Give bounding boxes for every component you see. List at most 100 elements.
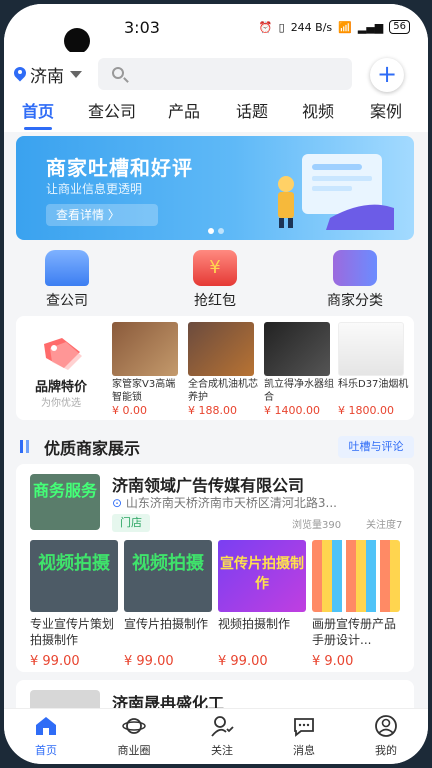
top-header: 济南 +: [4, 52, 428, 96]
battery-icon: 56: [389, 20, 410, 34]
brand-specials: 品牌特价 为你优选 家管家V3高端智能锁 ¥ 0.00 全合成机油机芯养护 ¥ …: [16, 316, 414, 420]
service-name: 专业宣传片策划拍摄制作: [30, 617, 115, 647]
merchant-card[interactable]: 商务服务 济南领域广告传媒有限公司 ⊙ 山东济南天桥济南市天桥区清河北路3...…: [16, 464, 414, 672]
planet-icon: [122, 718, 146, 734]
promo-banner[interactable]: 商家吐槽和好评 让商业信息更透明 查看详情 〉: [16, 136, 414, 240]
section-marker: [20, 440, 23, 453]
merchant-address: ⊙ 山东济南天桥济南市天桥区清河北路3...: [112, 494, 402, 511]
nav-label: 首页: [35, 744, 57, 757]
product-price: ¥ 188.00: [188, 404, 237, 417]
search-input[interactable]: [98, 58, 352, 90]
red-envelope-icon: ¥: [193, 250, 237, 286]
nav-label: 商业圈: [117, 744, 151, 757]
service-card[interactable]: 画册宣传册产品手册设计... ¥ 9.00: [312, 540, 404, 669]
product-card[interactable]: 科乐D37油烟机 ¥ 1800.00: [338, 322, 410, 417]
status-icons: ⏰ ▯ 244 B/s 📶 ▂▄▆ 56: [259, 20, 410, 34]
nav-label: 消息: [293, 744, 315, 757]
service-name: 宣传片拍摄制作: [124, 617, 209, 631]
service-card[interactable]: 视频拍摄 专业宣传片策划拍摄制作 ¥ 99.00: [30, 540, 122, 669]
chat-icon: [294, 718, 314, 737]
product-price: ¥ 1400.00: [264, 404, 320, 417]
search-icon: [112, 67, 124, 79]
view-count: 浏览量390: [292, 520, 342, 531]
quick-find-company[interactable]: 查公司: [22, 250, 112, 310]
service-price: ¥ 99.00: [30, 654, 80, 669]
product-card[interactable]: 凯立得净水器组合 ¥ 1400.00: [264, 322, 336, 417]
service-price: ¥ 9.00: [312, 654, 354, 669]
location-icon: ⊙: [112, 496, 126, 510]
status-time: 3:03: [124, 18, 160, 37]
nav-follow[interactable]: 关注: [192, 715, 252, 758]
quick-label: 商家分类: [327, 293, 383, 309]
chevron-down-icon: [70, 71, 82, 78]
nav-messages[interactable]: 消息: [274, 715, 334, 758]
banner-dot-active: [208, 228, 214, 234]
review-button[interactable]: 吐槽与评论: [338, 436, 414, 458]
product-image: [188, 322, 254, 376]
product-image: [264, 322, 330, 376]
tab-companies[interactable]: 查公司: [88, 98, 136, 122]
quick-red-envelope[interactable]: ¥ 抢红包: [170, 250, 260, 310]
merchant-address-text: 山东济南天桥济南市天桥区清河北路3...: [125, 496, 337, 510]
product-price: ¥ 0.00: [112, 404, 147, 417]
service-card[interactable]: 宣传片拍摄制作 视频拍摄制作 ¥ 99.00: [218, 540, 310, 669]
add-button[interactable]: +: [370, 58, 404, 92]
merchant-logo: 商务服务: [30, 474, 100, 530]
tab-products[interactable]: 产品: [168, 98, 200, 122]
nav-label: 我的: [375, 744, 397, 757]
quick-categories[interactable]: 商家分类: [310, 250, 400, 310]
product-name: 科乐D37油烟机: [338, 379, 409, 390]
service-image: 视频拍摄: [124, 540, 212, 612]
service-image: [312, 540, 400, 612]
network-speed: 244 B/s: [290, 20, 333, 34]
section-title: 优质商家展示: [44, 439, 141, 458]
follow-count: 关注度7: [366, 520, 403, 531]
product-name: 家管家V3高端智能锁: [112, 379, 176, 403]
banner-title: 商家吐槽和好评: [46, 156, 193, 180]
tab-home[interactable]: 首页: [22, 98, 54, 130]
alarm-icon: ⏰: [258, 20, 273, 34]
shop-icon: [45, 250, 89, 286]
tab-cases[interactable]: 案例: [370, 98, 402, 122]
tab-videos[interactable]: 视频: [302, 98, 334, 122]
status-bar: 3:03 ⏰ ▯ 244 B/s 📶 ▂▄▆ 56: [4, 4, 428, 54]
banner-illustration: [278, 154, 394, 230]
city-selector[interactable]: 济南: [14, 62, 82, 87]
service-card[interactable]: 视频拍摄 宣传片拍摄制作 ¥ 99.00: [124, 540, 216, 669]
nav-profile[interactable]: 我的: [356, 715, 416, 758]
product-card[interactable]: 家管家V3高端智能锁 ¥ 0.00: [112, 322, 184, 417]
nav-business-circle[interactable]: 商业圈: [104, 715, 164, 758]
service-price: ¥ 99.00: [124, 654, 174, 669]
location-pin-icon: [14, 67, 26, 83]
wifi-icon: 📶: [338, 20, 352, 34]
phone-screen: 3:03 ⏰ ▯ 244 B/s 📶 ▂▄▆ 56 济南 + 首页 查公司 产品…: [4, 4, 428, 764]
price-tag-icon: [44, 338, 82, 370]
product-price: ¥ 1800.00: [338, 404, 394, 417]
vibrate-icon: ▯: [278, 20, 285, 34]
nav-home[interactable]: 首页: [16, 715, 76, 758]
brand-sublabel: 为你优选: [41, 398, 81, 409]
product-card[interactable]: 全合成机油机芯养护 ¥ 188.00: [188, 322, 260, 417]
product-image: [338, 322, 404, 376]
tab-topics[interactable]: 话题: [236, 98, 268, 122]
banner-subtitle: 让商业信息更透明: [46, 182, 143, 196]
user-icon: [375, 715, 397, 737]
service-name: 视频拍摄制作: [218, 617, 291, 631]
bottom-nav: 首页 商业圈 关注 消息 我的: [4, 708, 428, 764]
section-marker: [26, 440, 29, 453]
product-image: [112, 322, 178, 376]
category-tabs: 首页 查公司 产品 话题 视频 案例: [4, 96, 428, 132]
brand-specials-entry[interactable]: 品牌特价 为你优选: [16, 316, 106, 420]
store-tag: 门店: [112, 514, 150, 532]
quick-entries: 查公司 ¥ 抢红包 商家分类: [4, 248, 428, 312]
banner-pagination: [208, 228, 224, 234]
brand-label: 品牌特价: [34, 380, 87, 395]
banner-details-button[interactable]: 查看详情 〉: [46, 204, 158, 226]
quick-label: 查公司: [46, 293, 88, 309]
service-image: 宣传片拍摄制作: [218, 540, 306, 612]
follow-icon: [211, 716, 234, 737]
product-name: 凯立得净水器组合: [264, 379, 334, 403]
service-name: 画册宣传册产品手册设计...: [312, 617, 397, 647]
product-name: 全合成机油机芯养护: [188, 379, 258, 403]
front-camera: [64, 28, 90, 54]
